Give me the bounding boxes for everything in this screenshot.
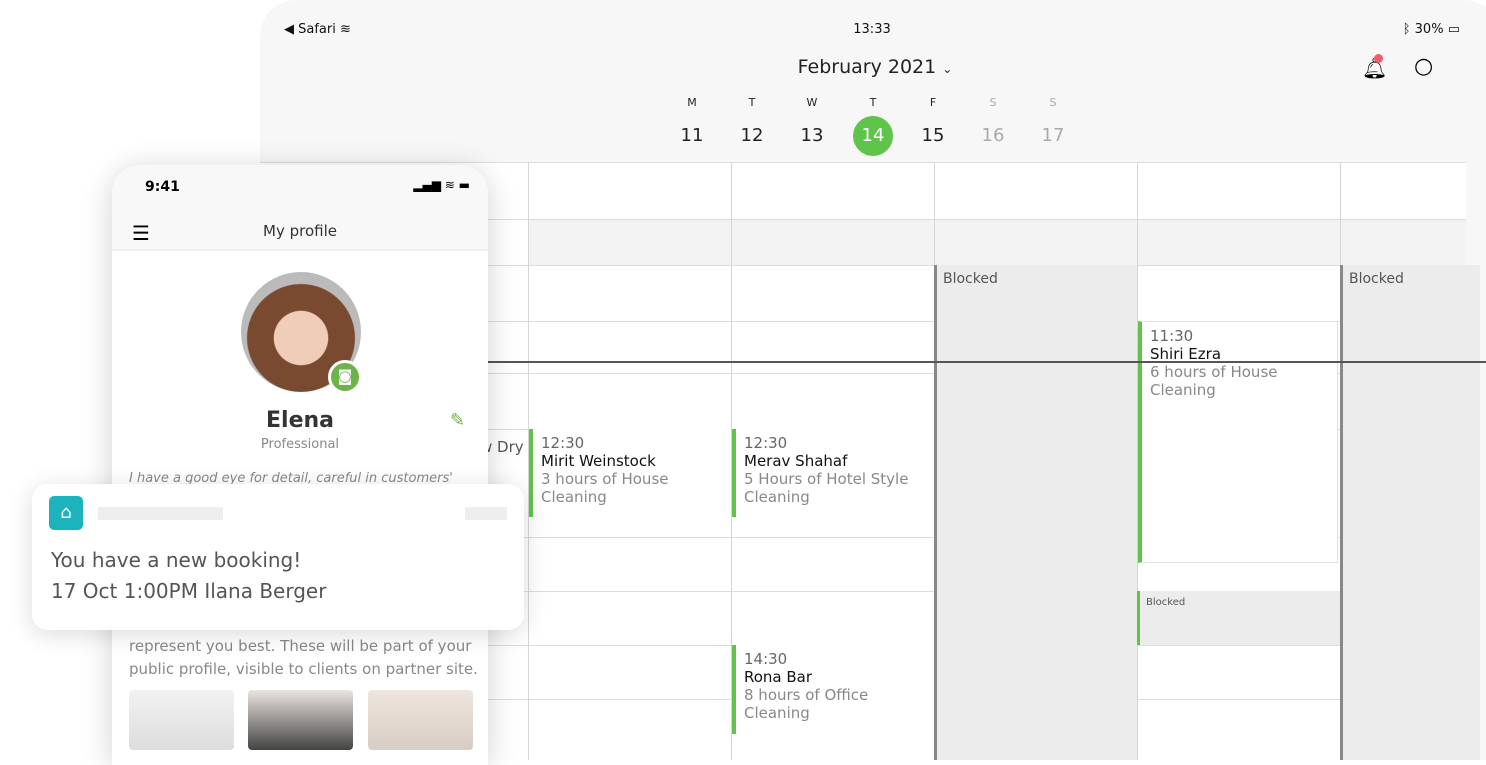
photo-thumbnail[interactable] bbox=[368, 690, 473, 750]
weekday: T bbox=[748, 96, 756, 109]
day-thu-selected[interactable]: T 14 bbox=[853, 96, 893, 156]
blocked-slot[interactable]: Blocked bbox=[1340, 265, 1480, 760]
photo-thumbnail[interactable] bbox=[129, 690, 234, 750]
date: 15 bbox=[921, 125, 945, 146]
event-time: 11:30 bbox=[1150, 327, 1194, 345]
day-mon[interactable]: M 11 bbox=[672, 96, 712, 156]
date: 11 bbox=[680, 125, 704, 146]
day-wed[interactable]: W 13 bbox=[792, 96, 832, 156]
blocked-slot[interactable]: Blocked bbox=[1137, 591, 1340, 645]
time-placeholder bbox=[465, 507, 507, 520]
date: 17 bbox=[1041, 125, 1065, 146]
event-desc: 8 hours of Office Cleaning bbox=[744, 686, 869, 722]
event-card[interactable]: 14:30 Rona Bar 8 hours of Office Cleaning bbox=[732, 645, 934, 734]
day-fri[interactable]: F 15 bbox=[913, 96, 953, 156]
notification-body: 17 Oct 1:00PM Ilana Berger bbox=[51, 579, 327, 603]
weekday: S bbox=[989, 96, 997, 109]
weekday: F bbox=[929, 96, 937, 109]
chevron-down-icon: ⌄ bbox=[942, 62, 953, 76]
day-sat[interactable]: S 16 bbox=[973, 96, 1013, 156]
event-client: Rona Bar bbox=[744, 668, 813, 686]
weekday: S bbox=[1049, 96, 1057, 109]
camera-icon[interactable]: ◙ bbox=[328, 360, 362, 394]
search-icon[interactable]: ○ bbox=[1414, 54, 1433, 79]
app-name-placeholder bbox=[98, 507, 223, 520]
month-selector[interactable]: February 2021 ⌄ bbox=[260, 56, 1486, 78]
day-tue[interactable]: T 12 bbox=[732, 96, 772, 156]
current-time-line bbox=[488, 361, 1486, 363]
phone-clock: 9:41 bbox=[145, 179, 180, 195]
phone-profile: 9:41 ▂▄▆ ≋ ▬ ☰ My profile ◙ Elena Profes… bbox=[112, 165, 488, 765]
booking-notification[interactable]: ⌂ You have a new booking! 17 Oct 1:00PM … bbox=[32, 484, 524, 630]
blocked-label: Blocked bbox=[1349, 271, 1404, 287]
event-card[interactable]: 11:30 Shiri Ezra 6 hours of House Cleaning bbox=[1138, 321, 1338, 563]
profile-name: Elena bbox=[266, 408, 334, 433]
app-logo-house-icon: ⌂ bbox=[49, 496, 83, 530]
photos-description: represent you best. These will be part o… bbox=[129, 637, 478, 678]
battery-icon: ▭ bbox=[1447, 22, 1460, 37]
event-client: Merav Shahaf bbox=[744, 452, 848, 470]
clock: 13:33 bbox=[853, 22, 891, 37]
date: 13 bbox=[800, 125, 824, 146]
bluetooth-icon: ᛒ bbox=[1402, 22, 1415, 37]
event-desc: 5 Hours of Hotel Style Cleaning bbox=[744, 470, 909, 506]
event-time: 14:30 bbox=[744, 650, 788, 668]
month-label: February 2021 bbox=[797, 56, 937, 78]
event-card[interactable]: 12:30 Merav Shahaf 5 Hours of Hotel Style … bbox=[732, 429, 934, 517]
event-desc: 3 hours of House Cleaning bbox=[541, 470, 669, 506]
notification-title: You have a new booking! bbox=[51, 548, 302, 572]
event-client: Mirit Weinstock bbox=[541, 452, 656, 470]
event-time: 12:30 bbox=[541, 434, 585, 452]
status-bar: ◀ Safari ≋ 13:33 ᛒ 30% ▭ bbox=[284, 22, 1460, 40]
event-desc: 6 hours of House Cleaning bbox=[1150, 363, 1278, 399]
event-card[interactable]: 12:30 Mirit Weinstock 3 hours of House Cle… bbox=[529, 429, 731, 517]
notification-dot bbox=[1374, 54, 1383, 63]
photo-thumbnail[interactable] bbox=[248, 690, 353, 750]
battery-level: 30% bbox=[1414, 22, 1444, 37]
weekday: M bbox=[687, 96, 697, 109]
signal-wifi-battery-icon: ▂▄▆ ≋ ▬ bbox=[413, 178, 470, 192]
event-time: 12:30 bbox=[744, 434, 788, 452]
date: 14 bbox=[853, 116, 893, 156]
date: 16 bbox=[981, 125, 1005, 146]
page-title: My profile bbox=[263, 222, 337, 240]
blocked-slot[interactable]: Blocked bbox=[934, 265, 1137, 760]
weekday: T bbox=[869, 96, 877, 109]
day-sun[interactable]: S 17 bbox=[1033, 96, 1073, 156]
blocked-label: Blocked bbox=[1146, 597, 1186, 608]
all-day-row bbox=[528, 219, 1466, 265]
profile-role: Professional bbox=[260, 437, 340, 452]
weekday: W bbox=[806, 96, 818, 109]
date: 12 bbox=[740, 125, 764, 146]
blocked-label: Blocked bbox=[943, 271, 998, 287]
edit-pencil-icon[interactable]: ✎ bbox=[450, 410, 465, 431]
